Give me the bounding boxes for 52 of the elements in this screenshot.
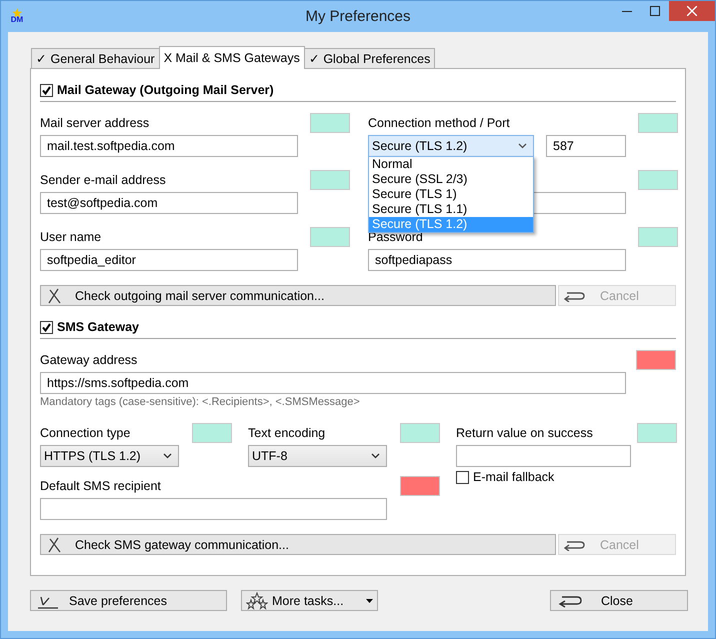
tab[interactable]: ✓ General Behaviour xyxy=(31,48,160,68)
caret-icon xyxy=(366,598,373,602)
field-label: Connection method / Port xyxy=(368,116,510,130)
tab[interactable]: X Mail & SMS Gateways xyxy=(158,46,305,69)
field-label: Mail server address xyxy=(40,116,150,130)
input-field[interactable] xyxy=(40,498,387,520)
dropdown-option[interactable]: Secure (SSL 2/3) xyxy=(369,172,533,187)
hint-text: Mandatory tags (case-sensitive): <.Recipients>, <.SMSMessage> xyxy=(40,396,361,408)
dropdown-option[interactable]: Secure (TLS 1.1) xyxy=(369,202,533,217)
input-field[interactable]: test@softpedia.com xyxy=(40,192,298,214)
chevron-icon xyxy=(371,453,380,459)
field-label: Return value on success xyxy=(456,426,593,440)
stars-icon xyxy=(246,592,268,610)
dropdown-option[interactable]: Normal xyxy=(369,157,533,172)
dropdown[interactable]: HTTPS (TLS 1.2) xyxy=(40,445,179,467)
field-label: Connection type xyxy=(40,426,130,440)
chevron-icon xyxy=(163,453,172,459)
cross-icon xyxy=(47,536,61,552)
action-button[interactable]: Save preferences xyxy=(30,590,227,611)
cross-icon xyxy=(47,288,61,304)
input-field[interactable] xyxy=(456,445,631,467)
tab[interactable]: ✓ Global Preferences xyxy=(304,48,436,68)
chevron-icon xyxy=(518,143,527,149)
field-label: Sender e-mail address xyxy=(40,173,166,187)
dropdown[interactable]: Secure (TLS 1.2) xyxy=(368,135,534,157)
return-arrow-icon xyxy=(562,538,586,550)
window-title: My Preferences xyxy=(305,8,411,25)
return-arrow-icon xyxy=(557,594,583,608)
action-button[interactable]: Close xyxy=(550,590,688,611)
field-label: Text encoding xyxy=(248,426,326,440)
field-label: Default SMS recipient xyxy=(40,479,161,493)
input-field[interactable]: softpediapass xyxy=(368,249,626,271)
input-field[interactable]: softpedia_editor xyxy=(40,249,298,271)
field-label: Password xyxy=(368,230,423,244)
action-button[interactable]: More tasks... xyxy=(241,590,378,611)
checkbox[interactable] xyxy=(40,84,53,96)
check-button[interactable]: Check outgoing mail server communication... xyxy=(40,285,556,306)
input-field[interactable]: https://sms.softpedia.com xyxy=(40,372,626,394)
close-icon[interactable] xyxy=(669,1,715,21)
dropdown-option[interactable]: Secure (TLS 1) xyxy=(369,187,533,202)
section-title: SMS Gateway xyxy=(57,320,139,334)
section-title: Mail Gateway (Outgoing Mail Server) xyxy=(57,83,274,97)
return-arrow-icon xyxy=(562,290,586,302)
checkbox[interactable] xyxy=(40,320,53,334)
dropdown[interactable]: UTF-8 xyxy=(248,445,387,467)
input-field[interactable]: mail.test.softpedia.com xyxy=(40,135,298,157)
field-label: Gateway address xyxy=(40,353,138,367)
checkbox-label: E-mail fallback xyxy=(473,470,554,484)
check-button[interactable]: Check SMS gateway communication... xyxy=(40,534,556,555)
field-label: User name xyxy=(40,230,102,244)
checkbox[interactable] xyxy=(456,471,469,484)
port-field[interactable]: 587 xyxy=(546,135,626,157)
